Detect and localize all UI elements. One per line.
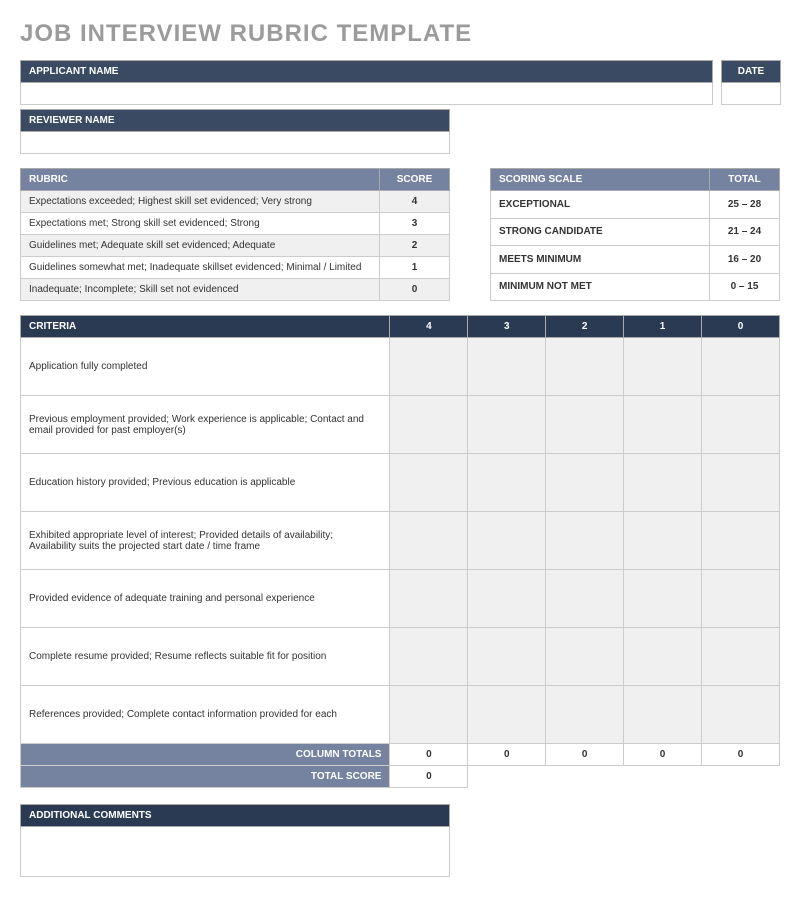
criteria-row: Education history provided; Previous edu… [21, 454, 780, 512]
score-input[interactable] [624, 628, 702, 686]
scale-row: MINIMUM NOT MET0 – 15 [491, 273, 780, 301]
criteria-header: CRITERIA [21, 316, 390, 338]
page-title: JOB INTERVIEW RUBRIC TEMPLATE [20, 20, 781, 48]
score-input[interactable] [624, 686, 702, 744]
reviewer-name-input[interactable] [20, 132, 450, 154]
score-input[interactable] [702, 338, 780, 396]
rubric-row: Expectations met; Strong skill set evide… [21, 213, 450, 235]
scoring-scale-table: SCORING SCALE TOTAL EXCEPTIONAL25 – 28 S… [490, 168, 780, 301]
date-input[interactable] [721, 83, 781, 105]
criteria-row: Complete resume provided; Resume reflect… [21, 628, 780, 686]
scale-row: MEETS MINIMUM16 – 20 [491, 246, 780, 274]
reviewer-name-header: REVIEWER NAME [20, 109, 450, 132]
score-input[interactable] [468, 338, 546, 396]
score-input[interactable] [390, 454, 468, 512]
score-input[interactable] [702, 628, 780, 686]
score-input[interactable] [702, 454, 780, 512]
score-input[interactable] [468, 686, 546, 744]
score-input[interactable] [624, 454, 702, 512]
criteria-table: CRITERIA 4 3 2 1 0 Application fully com… [20, 315, 780, 788]
scale-row: STRONG CANDIDATE21 – 24 [491, 218, 780, 246]
additional-comments-input[interactable] [20, 827, 450, 877]
score-input[interactable] [702, 512, 780, 570]
total-score-row: TOTAL SCORE 0 [21, 766, 780, 788]
rubric-row: Expectations exceeded; Highest skill set… [21, 191, 450, 213]
score-input[interactable] [702, 570, 780, 628]
score-input[interactable] [468, 512, 546, 570]
score-input[interactable] [390, 396, 468, 454]
score-input[interactable] [624, 570, 702, 628]
score-input[interactable] [390, 628, 468, 686]
scale-row: EXCEPTIONAL25 – 28 [491, 191, 780, 219]
score-input[interactable] [390, 338, 468, 396]
criteria-row: Exhibited appropriate level of interest;… [21, 512, 780, 570]
criteria-col-0: 0 [702, 316, 780, 338]
score-input[interactable] [546, 628, 624, 686]
rubric-row: Inadequate; Incomplete; Skill set not ev… [21, 279, 450, 301]
score-input[interactable] [702, 686, 780, 744]
criteria-col-4: 4 [390, 316, 468, 338]
score-input[interactable] [546, 570, 624, 628]
criteria-row: Application fully completed [21, 338, 780, 396]
score-input[interactable] [468, 454, 546, 512]
criteria-row: Provided evidence of adequate training a… [21, 570, 780, 628]
score-header: SCORE [380, 169, 450, 191]
score-input[interactable] [546, 454, 624, 512]
score-input[interactable] [390, 570, 468, 628]
rubric-row: Guidelines met; Adequate skill set evide… [21, 235, 450, 257]
date-header: DATE [721, 60, 781, 83]
rubric-header: RUBRIC [21, 169, 380, 191]
score-input[interactable] [624, 338, 702, 396]
score-input[interactable] [390, 512, 468, 570]
score-input[interactable] [624, 396, 702, 454]
score-input[interactable] [546, 338, 624, 396]
score-input[interactable] [624, 512, 702, 570]
criteria-row: Previous employment provided; Work exper… [21, 396, 780, 454]
rubric-table: RUBRIC SCORE Expectations exceeded; High… [20, 168, 450, 301]
score-input[interactable] [390, 686, 468, 744]
column-totals-row: COLUMN TOTALS 0 0 0 0 0 [21, 744, 780, 766]
criteria-col-3: 3 [468, 316, 546, 338]
score-input[interactable] [468, 396, 546, 454]
applicant-name-header: APPLICANT NAME [20, 60, 713, 83]
score-input[interactable] [468, 570, 546, 628]
score-input[interactable] [702, 396, 780, 454]
rubric-row: Guidelines somewhat met; Inadequate skil… [21, 257, 450, 279]
additional-comments-header: ADDITIONAL COMMENTS [20, 804, 450, 827]
criteria-row: References provided; Complete contact in… [21, 686, 780, 744]
score-input[interactable] [546, 396, 624, 454]
scoring-scale-header: SCORING SCALE [491, 169, 710, 191]
applicant-name-input[interactable] [20, 83, 713, 105]
criteria-col-1: 1 [624, 316, 702, 338]
criteria-col-2: 2 [546, 316, 624, 338]
score-input[interactable] [546, 686, 624, 744]
score-input[interactable] [546, 512, 624, 570]
score-input[interactable] [468, 628, 546, 686]
total-header: TOTAL [710, 169, 780, 191]
